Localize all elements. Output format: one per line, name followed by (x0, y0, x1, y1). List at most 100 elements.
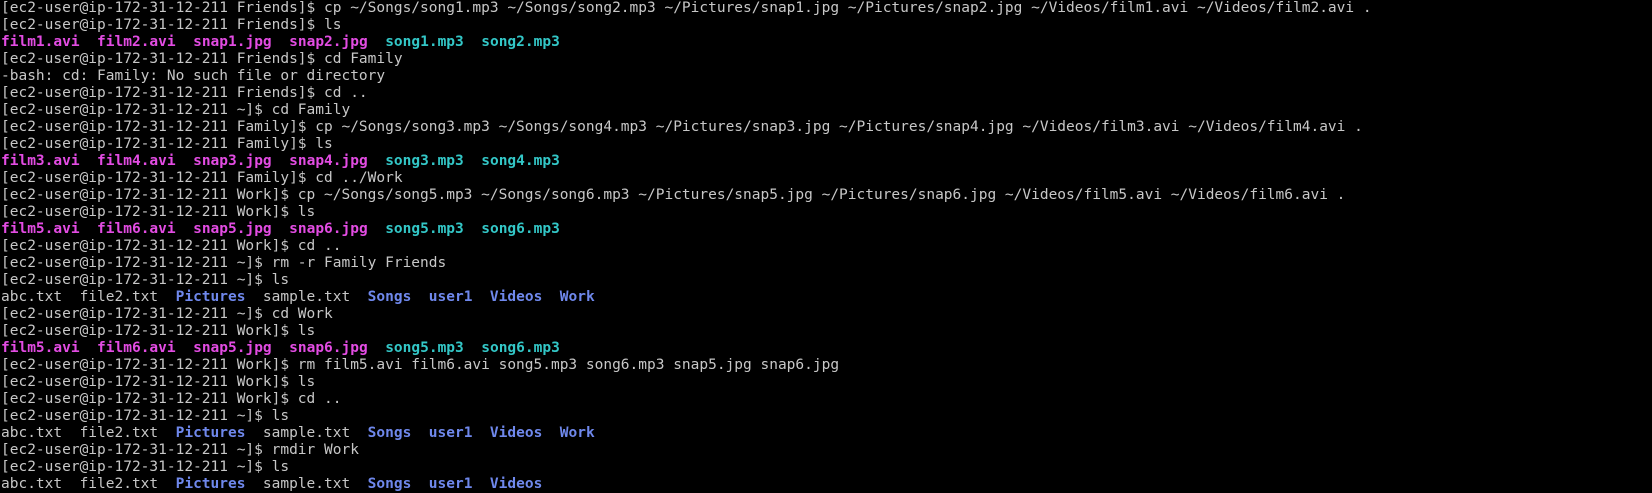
terminal-text: sample.txt (245, 476, 368, 492)
terminal-line: [ec2-user@ip-172-31-12-211 ~]$ ls (1, 272, 1652, 289)
terminal-text: [ec2-user@ip-172-31-12-211 Friends]$ cd … (1, 85, 368, 101)
terminal-line: [ec2-user@ip-172-31-12-211 Friends]$ cd … (1, 51, 1652, 68)
media-file-name: film4.avi (97, 153, 176, 169)
terminal-line: [ec2-user@ip-172-31-12-211 Family]$ cd .… (1, 170, 1652, 187)
terminal-line: [ec2-user@ip-172-31-12-211 Work]$ ls (1, 323, 1652, 340)
audio-file-name: song5.mp3 (385, 340, 464, 356)
terminal-text: [ec2-user@ip-172-31-12-211 ~]$ rm -r Fam… (1, 255, 447, 271)
directory-name: Videos (489, 425, 543, 441)
terminal-line: [ec2-user@ip-172-31-12-211 ~]$ ls (1, 408, 1652, 425)
terminal-text: [ec2-user@ip-172-31-12-211 Friends]$ cp … (1, 0, 1372, 16)
terminal-line: film5.avi film6.avi snap5.jpg snap6.jpg … (1, 340, 1652, 357)
terminal-line: -bash: cd: Family: No such file or direc… (1, 68, 1652, 85)
media-file-name: film3.avi (1, 153, 80, 169)
terminal-line: [ec2-user@ip-172-31-12-211 Friends]$ cp … (1, 0, 1652, 17)
directory-name: Work (559, 289, 595, 305)
media-file-name: film6.avi (97, 340, 176, 356)
terminal-line: [ec2-user@ip-172-31-12-211 Family]$ cp ~… (1, 119, 1652, 136)
terminal-text: [ec2-user@ip-172-31-12-211 ~]$ ls (1, 459, 290, 475)
media-file-name: snap6.jpg (289, 340, 368, 356)
audio-file-name: song2.mp3 (481, 34, 560, 50)
directory-name: Pictures (175, 425, 246, 441)
terminal-line: [ec2-user@ip-172-31-12-211 Work]$ ls (1, 374, 1652, 391)
media-file-name: film5.avi (1, 340, 80, 356)
media-file-name: snap3.jpg (193, 153, 272, 169)
terminal-line: abc.txt file2.txt Pictures sample.txt So… (1, 476, 1652, 493)
terminal-line: abc.txt file2.txt Pictures sample.txt So… (1, 289, 1652, 306)
directory-name: Pictures (175, 289, 246, 305)
terminal-text: [ec2-user@ip-172-31-12-211 Work]$ cd .. (1, 391, 342, 407)
terminal-text: [ec2-user@ip-172-31-12-211 ~]$ ls (1, 408, 290, 424)
media-file-name: film1.avi (1, 34, 80, 50)
terminal-text: [ec2-user@ip-172-31-12-211 Family]$ ls (1, 136, 333, 152)
audio-file-name: song5.mp3 (385, 221, 464, 237)
terminal-text: [ec2-user@ip-172-31-12-211 Friends]$ cd … (1, 51, 403, 67)
terminal-line: [ec2-user@ip-172-31-12-211 ~]$ rm -r Fam… (1, 255, 1652, 272)
terminal-line: [ec2-user@ip-172-31-12-211 ~]$ rmdir Wor… (1, 442, 1652, 459)
terminal-text: -bash: cd: Family: No such file or direc… (1, 68, 386, 84)
terminal-line: [ec2-user@ip-172-31-12-211 Work]$ rm fil… (1, 357, 1652, 374)
terminal-output: [ec2-user@ip-172-31-12-211 Friends]$ cp … (1, 0, 1652, 493)
terminal-text: [ec2-user@ip-172-31-12-211 ~]$ ls (1, 272, 290, 288)
terminal-line: [ec2-user@ip-172-31-12-211 ~]$ cd Family (1, 102, 1652, 119)
audio-file-name: song6.mp3 (481, 340, 560, 356)
terminal-text: [ec2-user@ip-172-31-12-211 Work]$ ls (1, 323, 316, 339)
terminal-line: [ec2-user@ip-172-31-12-211 Work]$ cd .. (1, 238, 1652, 255)
terminal-text: abc.txt file2.txt (1, 289, 176, 305)
directory-name: Songs (367, 289, 412, 305)
audio-file-name: song4.mp3 (481, 153, 560, 169)
terminal-text: [ec2-user@ip-172-31-12-211 ~]$ rmdir Wor… (1, 442, 359, 458)
directory-name: user1 (428, 476, 473, 492)
directory-name: Videos (489, 289, 543, 305)
terminal-line: film1.avi film2.avi snap1.jpg snap2.jpg … (1, 34, 1652, 51)
terminal-window[interactable]: [ec2-user@ip-172-31-12-211 Friends]$ cp … (0, 0, 1652, 493)
terminal-text: [ec2-user@ip-172-31-12-211 Family]$ cp ~… (1, 119, 1363, 135)
media-file-name: film6.avi (97, 221, 176, 237)
terminal-line: [ec2-user@ip-172-31-12-211 Friends]$ cd … (1, 85, 1652, 102)
terminal-text: sample.txt (245, 425, 368, 441)
audio-file-name: song1.mp3 (385, 34, 464, 50)
terminal-line: [ec2-user@ip-172-31-12-211 Family]$ ls (1, 136, 1652, 153)
terminal-line: film5.avi film6.avi snap5.jpg snap6.jpg … (1, 221, 1652, 238)
terminal-text: abc.txt file2.txt (1, 476, 176, 492)
terminal-line: [ec2-user@ip-172-31-12-211 ~]$ cd Work (1, 306, 1652, 323)
terminal-line: film3.avi film4.avi snap3.jpg snap4.jpg … (1, 153, 1652, 170)
terminal-line: abc.txt file2.txt Pictures sample.txt So… (1, 425, 1652, 442)
directory-name: Songs (367, 425, 412, 441)
terminal-line: [ec2-user@ip-172-31-12-211 Work]$ cp ~/S… (1, 187, 1652, 204)
terminal-text: [ec2-user@ip-172-31-12-211 Work]$ cp ~/S… (1, 187, 1346, 203)
media-file-name: snap5.jpg (193, 221, 272, 237)
media-file-name: snap5.jpg (193, 340, 272, 356)
terminal-text: abc.txt file2.txt (1, 425, 176, 441)
terminal-line: [ec2-user@ip-172-31-12-211 Work]$ ls (1, 204, 1652, 221)
audio-file-name: song3.mp3 (385, 153, 464, 169)
terminal-line: [ec2-user@ip-172-31-12-211 Work]$ cd .. (1, 391, 1652, 408)
directory-name: user1 (428, 289, 473, 305)
media-file-name: snap6.jpg (289, 221, 368, 237)
directory-name: Work (559, 425, 595, 441)
terminal-text: [ec2-user@ip-172-31-12-211 Work]$ ls (1, 374, 316, 390)
media-file-name: snap4.jpg (289, 153, 368, 169)
